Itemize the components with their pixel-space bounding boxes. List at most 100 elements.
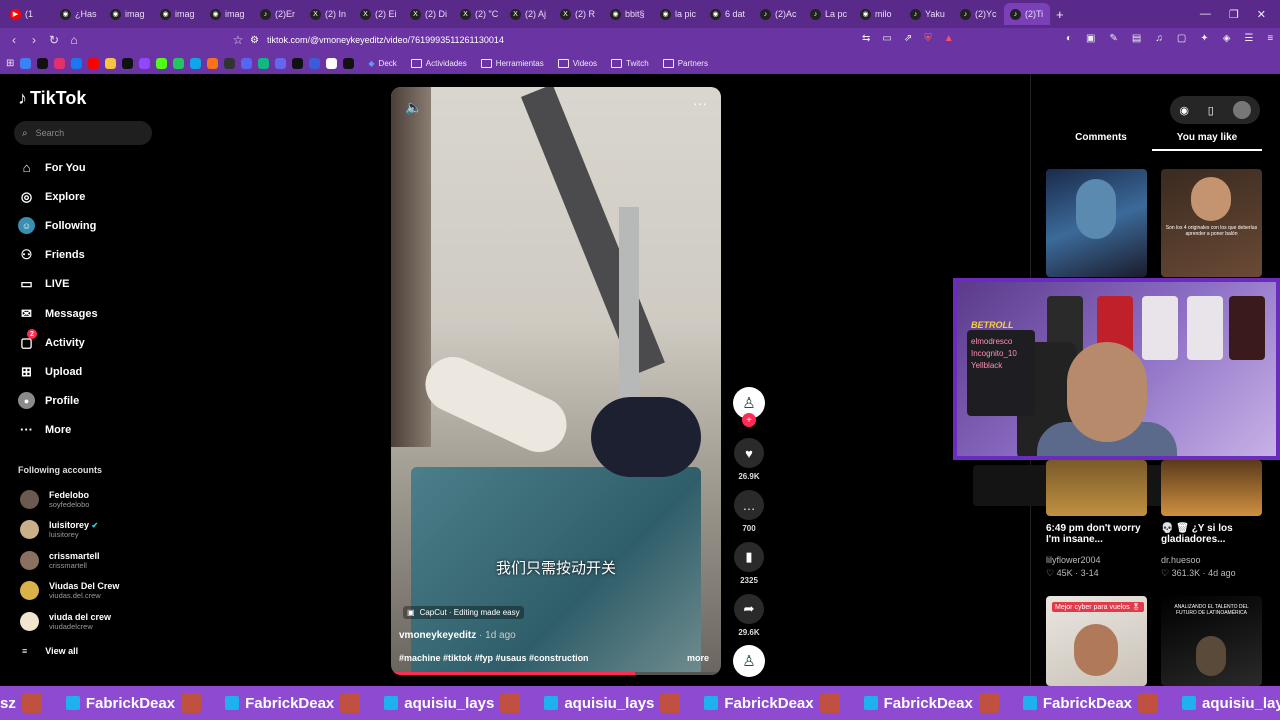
- cast-icon[interactable]: ▭: [882, 33, 891, 44]
- bookmark-folder-actividades[interactable]: Actividades: [410, 58, 467, 68]
- bookmark-favicon[interactable]: [105, 57, 117, 69]
- nav-messages[interactable]: ✉ Messages: [18, 305, 98, 322]
- browser-tab[interactable]: ▶ (1: [4, 3, 54, 25]
- bookmark-folder-herramientas[interactable]: Herramientas: [480, 58, 544, 68]
- user-avatar[interactable]: [1232, 101, 1251, 119]
- nav-activity[interactable]: ▢ 2 Activity: [18, 329, 85, 351]
- bookmark-favicon[interactable]: [343, 57, 355, 69]
- extension-icon[interactable]: ◐: [1066, 33, 1072, 44]
- share-action[interactable]: ➦ 29.6K: [733, 594, 765, 637]
- follow-button[interactable]: +: [742, 413, 756, 427]
- bookmark-folder-videos[interactable]: Videos: [557, 58, 597, 68]
- video-title[interactable]: 6:49 pm don't worry I'm insane...: [1046, 523, 1156, 545]
- extension-icon[interactable]: ▣: [1086, 33, 1095, 44]
- view-all-link[interactable]: ≡ View all: [22, 646, 78, 656]
- capcut-badge[interactable]: ▣ CapCut · Editing made easy: [403, 606, 524, 619]
- tab-you-may-like[interactable]: You may like: [1152, 132, 1262, 151]
- bookmark-favicon[interactable]: [326, 57, 338, 69]
- bookmark-favicon[interactable]: [258, 57, 270, 69]
- video-progress-bar[interactable]: [391, 672, 721, 675]
- browser-tab[interactable]: X (2) Aj: [504, 3, 554, 25]
- volume-icon[interactable]: 🔈: [405, 99, 422, 116]
- music-icon[interactable]: ♫: [1155, 33, 1163, 44]
- following-account[interactable]: Fedelobo soyfedelobo: [20, 490, 89, 509]
- youtube-favicon[interactable]: [88, 57, 100, 69]
- reload-icon[interactable]: ↻: [44, 33, 64, 47]
- browser-tab[interactable]: X (2) In: [304, 3, 354, 25]
- new-tab-button[interactable]: +: [1056, 7, 1064, 22]
- minimize-icon[interactable]: —: [1200, 8, 1211, 20]
- video-thumbnail[interactable]: ANALIZANDO EL TALENTO DEL FUTURO DE LATI…: [1161, 596, 1262, 686]
- extension-icon[interactable]: ▢: [1177, 33, 1186, 44]
- brave-shield-icon[interactable]: ⛨: [924, 33, 932, 44]
- video-author[interactable]: vmoneykeyeditz · 1d ago: [399, 630, 516, 641]
- facebook-favicon[interactable]: [71, 57, 83, 69]
- x-favicon[interactable]: [122, 57, 134, 69]
- browser-tab[interactable]: ◉ ¿Has: [54, 3, 104, 25]
- following-account[interactable]: Viudas Del Crew viudas.del.crew: [20, 581, 119, 600]
- browser-tab[interactable]: X (2) "C: [454, 3, 504, 25]
- apps-icon[interactable]: ⊞: [6, 58, 14, 69]
- bookmark-favicon[interactable]: [275, 57, 287, 69]
- video-thumbnail[interactable]: [1161, 460, 1262, 516]
- browser-tab[interactable]: ♪ (2)Yc: [954, 3, 1004, 25]
- browser-tab[interactable]: ♪ (2)Ac: [754, 3, 804, 25]
- nav-for-you[interactable]: ⌂ For You: [18, 159, 86, 176]
- extension-icon[interactable]: ✦: [1200, 33, 1208, 44]
- more-options-icon[interactable]: ···: [693, 95, 707, 111]
- browser-tab[interactable]: X (2) R: [554, 3, 604, 25]
- bookmark-favicon[interactable]: [20, 57, 32, 69]
- bookmark-deck[interactable]: ◆ Deck: [368, 59, 396, 68]
- tiktok-favicon[interactable]: [37, 57, 49, 69]
- following-account[interactable]: viuda del crew viudadelcrew: [20, 612, 111, 631]
- browser-tab[interactable]: ◉ 6 dat: [704, 3, 754, 25]
- comment-action[interactable]: … 700: [733, 490, 765, 533]
- following-account[interactable]: crissmartell crissmartell: [20, 551, 100, 570]
- extension-icon[interactable]: ✎: [1110, 33, 1118, 44]
- browser-tab[interactable]: ◉ milo: [854, 3, 904, 25]
- tab-comments[interactable]: Comments: [1046, 132, 1156, 143]
- bookmark-folder-twitch[interactable]: Twitch: [611, 58, 649, 68]
- share-icon[interactable]: ⇗: [904, 33, 912, 44]
- forward-icon[interactable]: ›: [24, 33, 44, 47]
- video-user[interactable]: lilyflower2004: [1046, 555, 1101, 565]
- nav-friends[interactable]: ⚇ Friends: [18, 246, 85, 263]
- browser-tab[interactable]: ◉ imag: [104, 3, 154, 25]
- video-user[interactable]: dr.huesoo: [1161, 555, 1201, 565]
- browser-tab[interactable]: X (2) Ei: [354, 3, 404, 25]
- nav-explore[interactable]: ◎ Explore: [18, 188, 86, 205]
- discord-favicon[interactable]: [241, 57, 253, 69]
- video-title[interactable]: 💀 🗑 ¿Y si los gladiadores...: [1161, 523, 1271, 545]
- twitch-favicon[interactable]: [139, 57, 151, 69]
- restore-icon[interactable]: ❐: [1229, 8, 1239, 21]
- device-icon[interactable]: ▯: [1208, 104, 1214, 117]
- save-action[interactable]: ▮ 2325: [733, 542, 765, 585]
- browser-tab[interactable]: ♪ La pc: [804, 3, 854, 25]
- bookmark-icon[interactable]: ☆: [228, 33, 248, 47]
- video-thumbnail[interactable]: Son los 4 originales con los que debería…: [1161, 169, 1262, 277]
- kick-favicon[interactable]: [156, 57, 168, 69]
- video-thumbnail[interactable]: [1046, 169, 1147, 277]
- browser-tab[interactable]: ◉ la pic: [654, 3, 704, 25]
- bookmark-favicon[interactable]: [292, 57, 304, 69]
- nav-live[interactable]: ▭ LIVE: [18, 275, 69, 292]
- sound-avatar[interactable]: ♙: [733, 645, 765, 677]
- nav-profile[interactable]: ● Profile: [18, 392, 79, 409]
- coin-icon[interactable]: ◉: [1179, 104, 1189, 117]
- caption-more-link[interactable]: more: [687, 653, 709, 663]
- bookmark-folder-partners[interactable]: Partners: [662, 58, 708, 68]
- video-thumbnail[interactable]: Mejor cyber para vuelos 🎖: [1046, 596, 1147, 686]
- video-player[interactable]: 🔈 ··· 我们只需按动开关 ▣ CapCut · Editing made ea…: [391, 87, 721, 675]
- video-hashtags[interactable]: #machine #tiktok #fyp #usaus #constructi…: [399, 653, 589, 663]
- browser-tab[interactable]: ♪ (2)Er: [254, 3, 304, 25]
- home-icon[interactable]: ⌂: [64, 33, 84, 47]
- url-field[interactable]: ⚙ tiktok.com/@vmoneykeyeditz/video/76199…: [250, 30, 850, 50]
- browser-tab[interactable]: ♪ Yaku: [904, 3, 954, 25]
- rewards-icon[interactable]: ▲: [944, 33, 954, 44]
- browser-tab[interactable]: ♪ (2)Ti: [1004, 3, 1050, 25]
- site-info-icon[interactable]: ⚙: [250, 35, 259, 46]
- browser-tab[interactable]: ◉ bbit§: [604, 3, 654, 25]
- nav-following[interactable]: ☺ Following: [18, 217, 96, 234]
- like-action[interactable]: ♥ 26.9K: [733, 438, 765, 481]
- nav-upload[interactable]: ⊞ Upload: [18, 363, 82, 380]
